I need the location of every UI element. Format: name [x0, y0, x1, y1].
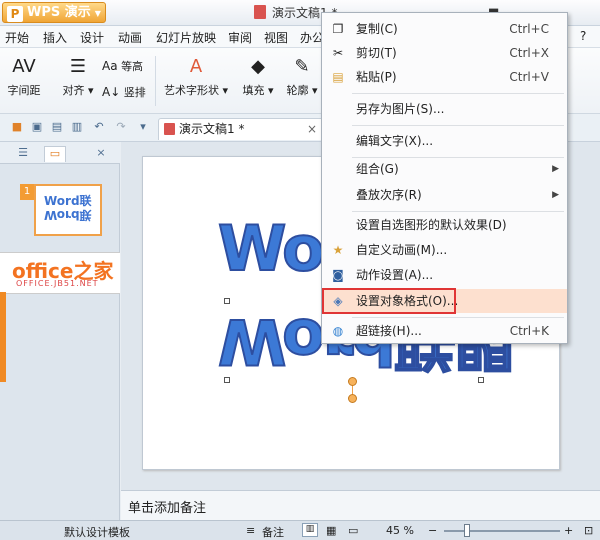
help-icon[interactable]: ? — [580, 29, 586, 43]
resize-handle[interactable] — [224, 377, 230, 383]
menu-slideshow[interactable]: 幻灯片放映 — [156, 29, 216, 46]
status-bar: 默认设计模板 ≡ 备注 ▥ ▦ ▭ 45 % − + ⊡ — [0, 520, 600, 540]
zoom-out-icon[interactable]: − — [428, 524, 437, 537]
wordart-icon: A — [189, 56, 203, 77]
menu-item-action-settings[interactable]: ◙ 动作设置(A)... — [322, 263, 567, 287]
toolbar-more-icon[interactable]: ▾ — [136, 120, 150, 134]
slide-number: 1 — [20, 184, 34, 200]
paint-bucket-icon: ◆ — [251, 56, 265, 77]
notes-pane[interactable]: 单击添加备注 — [121, 490, 600, 520]
menu-item-custom-animation[interactable]: ★ 自定义动画(M)... — [322, 238, 567, 262]
slides-tab-icon[interactable]: ▭ — [44, 146, 66, 162]
menu-home[interactable]: 开始 — [5, 29, 29, 46]
align-button[interactable]: ☰ 对齐 ▾ — [58, 56, 98, 98]
menu-item-copy[interactable]: ❐ 复制(C) Ctrl+C — [322, 17, 567, 41]
char-spacing-button[interactable]: AV 字间距 — [4, 56, 44, 98]
normal-view-icon[interactable]: ▥ — [302, 523, 318, 537]
notes-toggle[interactable]: 备注 — [262, 524, 284, 540]
panel-tabs: ☰ ▭ × — [0, 142, 120, 164]
save-icon[interactable]: ▣ — [30, 120, 44, 134]
submenu-arrow-icon: ▶ — [552, 190, 559, 200]
menu-design[interactable]: 设计 — [80, 29, 104, 46]
zoom-level: 45 % — [386, 524, 414, 537]
zoom-slider-track[interactable] — [444, 530, 560, 532]
context-menu: ❐ 复制(C) Ctrl+C ✂ 剪切(T) Ctrl+X ▤ 粘贴(P) Ct… — [321, 12, 568, 344]
office-home-logo: office之家 OFFICE.JB51.NET — [0, 252, 120, 294]
menu-item-cut[interactable]: ✂ 剪切(T) Ctrl+X — [322, 41, 567, 65]
outline-tab-icon[interactable]: ☰ — [12, 146, 34, 162]
presentation-icon — [254, 5, 266, 19]
print-icon[interactable]: ▤ — [50, 120, 64, 134]
hyperlink-globe-icon: ◍ — [332, 324, 344, 338]
slideshow-view-icon[interactable]: ▭ — [348, 524, 358, 537]
vertical-text-button[interactable]: A↓ 竖排 — [102, 84, 150, 100]
panel-close-icon[interactable]: × — [94, 146, 108, 162]
scissors-icon: ✂ — [332, 46, 344, 60]
notes-toggle-icon[interactable]: ≡ — [246, 524, 255, 537]
chevron-down-icon: ▼ — [94, 9, 101, 18]
wordart-shape-button[interactable]: A 艺术字形状 ▾ — [162, 56, 230, 98]
open-folder-icon[interactable]: ■ — [10, 120, 24, 134]
ribbon-divider — [155, 56, 156, 106]
template-name: 默认设计模板 — [64, 526, 130, 539]
adjust-handle[interactable] — [348, 377, 357, 386]
fit-window-icon[interactable]: ⊡ — [584, 524, 593, 537]
menu-separator — [352, 93, 564, 94]
menu-item-format-object[interactable]: ◈ 设置对象格式(O)... — [322, 288, 567, 314]
equal-height-icon: Aa — [102, 59, 118, 73]
menu-separator — [352, 125, 564, 126]
format-object-icon: ◈ — [333, 294, 343, 308]
menu-item-paste[interactable]: ▤ 粘贴(P) Ctrl+V — [322, 65, 567, 89]
tab-document[interactable]: 演示文稿1 * × — [158, 118, 324, 140]
copy-icon: ❐ — [332, 22, 344, 36]
slide-thumbnail[interactable]: Word联 Word联 — [34, 184, 102, 236]
rotate-handle[interactable] — [348, 394, 357, 403]
resize-handle[interactable] — [478, 377, 484, 383]
char-spacing-icon: AV — [12, 56, 36, 77]
menu-item-hyperlink[interactable]: ◍ 超链接(H)... Ctrl+K — [322, 319, 567, 343]
sorter-view-icon[interactable]: ▦ — [326, 524, 336, 537]
menu-item-group[interactable]: 组合(G) ▶ — [322, 157, 567, 181]
menu-separator — [352, 211, 564, 212]
slide-panel: ☰ ▭ × 1 Word联 Word联 office之家 OFFICE.JB51… — [0, 142, 120, 520]
zoom-slider-thumb[interactable] — [464, 524, 470, 537]
pen-icon: ✎ — [294, 56, 310, 77]
menu-item-save-as-picture[interactable]: 另存为图片(S)... — [322, 97, 567, 121]
print-preview-icon[interactable]: ▥ — [70, 120, 84, 134]
menu-item-set-default-effect[interactable]: 设置自选图形的默认效果(D) — [322, 213, 567, 237]
paste-icon: ▤ — [332, 70, 344, 84]
action-settings-icon: ◙ — [332, 268, 344, 282]
submenu-arrow-icon: ▶ — [552, 164, 559, 174]
app-menu-button[interactable]: P WPS 演示 ▼ — [2, 2, 106, 23]
panel-collapse-handle[interactable] — [0, 292, 6, 382]
redo-icon[interactable]: ↷ — [114, 120, 128, 134]
menu-insert[interactable]: 插入 — [43, 29, 67, 46]
menu-view[interactable]: 视图 — [264, 29, 288, 46]
menu-review[interactable]: 审阅 — [228, 29, 252, 46]
resize-handle[interactable] — [224, 298, 230, 304]
app-name: WPS 演示 — [27, 5, 91, 20]
wps-logo-icon: P — [7, 6, 23, 22]
menu-item-edit-text[interactable]: 编辑文字(X)... — [322, 129, 567, 153]
close-tab-icon[interactable]: × — [307, 119, 317, 139]
zoom-in-icon[interactable]: + — [564, 524, 573, 537]
menu-animation[interactable]: 动画 — [118, 29, 142, 46]
vertical-text-icon: A↓ — [102, 85, 121, 99]
presentation-icon — [164, 123, 175, 135]
undo-icon[interactable]: ↶ — [92, 120, 106, 134]
outline-button[interactable]: ✎ 轮廓 ▾ — [282, 56, 322, 98]
fill-button[interactable]: ◆ 填充 ▾ — [238, 56, 278, 98]
equal-height-button[interactable]: Aa 等高 — [102, 58, 150, 74]
menu-item-order[interactable]: 叠放次序(R) ▶ — [322, 183, 567, 207]
animation-star-icon: ★ — [332, 243, 344, 257]
align-icon: ☰ — [69, 56, 87, 77]
menu-separator — [352, 317, 564, 318]
